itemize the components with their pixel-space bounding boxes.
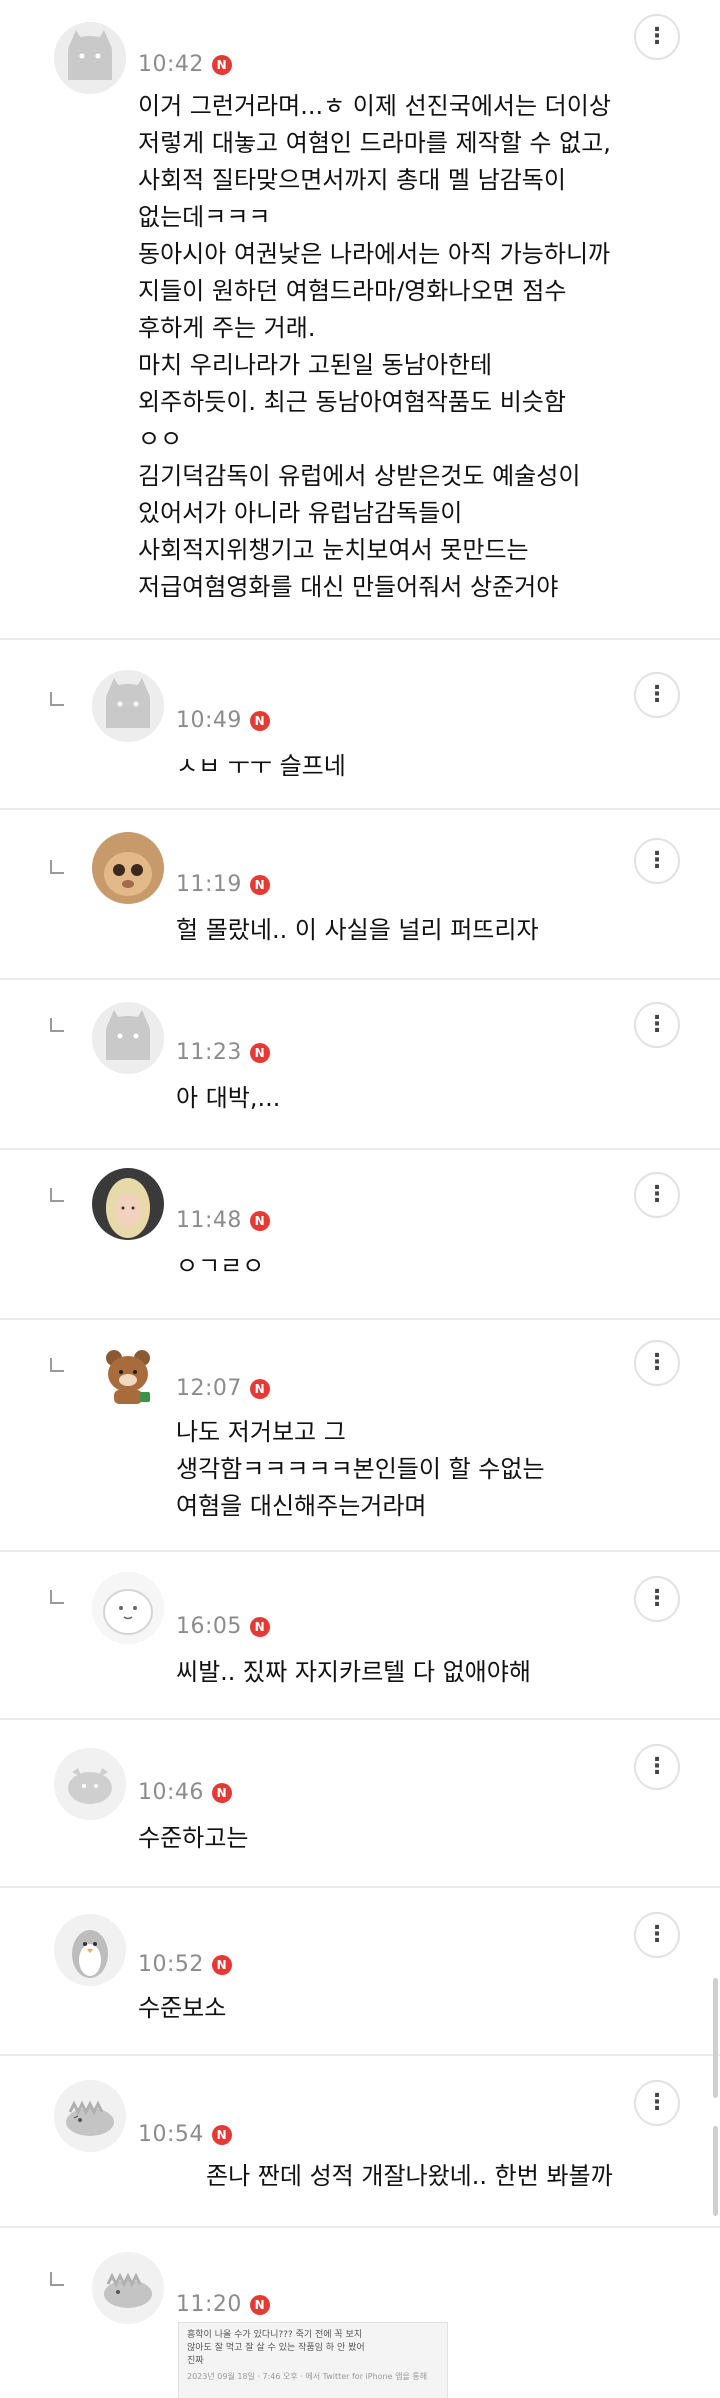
vertical-dots-icon: ⋮ [646,1182,668,1207]
cat-photo-avatar[interactable] [92,832,164,904]
new-badge-icon: N [249,2294,270,2315]
new-badge-icon: N [211,1782,232,1803]
timestamp-text: 11:23 [176,1040,242,1065]
more-options-button[interactable]: ⋮ [634,838,680,884]
comment-body: 존나 짠데 성적 개잘나왔네.. 한번 봐볼까 [206,2162,613,2190]
comment-timestamp: 10:52 N [138,1952,232,1977]
reply-item: 16:05 N ⋮ 씨발.. 짔짜 자지카르텔 다 없애야해 [0,1554,720,1720]
timestamp-text: 10:46 [138,1780,204,1805]
vertical-dots-icon: ⋮ [646,24,668,49]
comment-timestamp: 10:42 N [138,52,232,77]
timestamp-text: 11:20 [176,2292,242,2317]
cat-ghost-avatar[interactable] [92,670,164,742]
more-options-button[interactable]: ⋮ [634,1340,680,1386]
reply-arrow-icon [50,692,64,706]
cat-ghost-avatar[interactable] [54,22,126,94]
new-badge-icon: N [211,1954,232,1975]
comment-timestamp: 11:23 N [176,1040,270,1065]
reply-arrow-icon [50,1590,64,1604]
vertical-dots-icon: ⋮ [646,682,668,707]
reply-item: 11:48 N ⋮ ㅇㄱㄹㅇ [0,1152,720,1320]
new-badge-icon: N [249,1042,270,1063]
comment-body: 수준보소 [138,1994,227,2022]
comment-body: 이거 그런거라며...ㅎ 이제 선진국에서는 더이상 저렇게 대놓고 여혐인 드… [138,92,611,601]
comment-body: ㅇㄱㄹㅇ [176,1252,265,1280]
comment-timestamp: 10:46 N [138,1780,232,1805]
comment-item: 10:52 N ⋮ 수준보소 [0,1890,720,2056]
more-options-button[interactable]: ⋮ [634,672,680,718]
reply-arrow-icon [50,1018,64,1032]
timestamp-text: 11:19 [176,872,242,897]
new-badge-icon: N [249,874,270,895]
reply-arrow-icon [50,2272,64,2286]
reply-arrow-icon [50,860,64,874]
comment-thread: 10:42 N ⋮ 이거 그런거라며...ㅎ 이제 선진국에서는 더이상 저렇게… [0,0,720,2398]
comment-timestamp: 12:07 N [176,1376,270,1401]
scrollbar-thumb[interactable] [713,1978,718,2098]
penguin-avatar[interactable] [54,1914,126,1986]
timestamp-text: 11:48 [176,1208,242,1233]
scrollbar-thumb-secondary[interactable] [713,2126,718,2216]
more-options-button[interactable]: ⋮ [634,1576,680,1622]
fish-avatar[interactable] [54,1748,126,1820]
comment-timestamp: 16:05 N [176,1614,270,1639]
comment-timestamp: 11:48 N [176,1208,270,1233]
new-badge-icon: N [249,710,270,731]
blonde-person-avatar[interactable] [92,1168,164,1240]
more-options-button[interactable]: ⋮ [634,2080,680,2126]
dino-avatar[interactable] [54,2080,126,2152]
comment-timestamp: 10:54 N [138,2122,232,2147]
vertical-dots-icon: ⋮ [646,1586,668,1611]
comment-timestamp: 10:49 N [176,708,270,733]
comment-body: ㅅㅂ ㅜㅜ 슬프네 [176,752,346,780]
new-badge-icon: N [249,1210,270,1231]
reply-item: 10:49 N ⋮ ㅅㅂ ㅜㅜ 슬프네 [0,642,720,810]
vertical-dots-icon: ⋮ [646,848,668,873]
vertical-dots-icon: ⋮ [646,1012,668,1037]
timestamp-text: 16:05 [176,1614,242,1639]
comment-body: 헐 몰랐네.. 이 사실을 널리 퍼뜨리자 [176,916,539,944]
new-badge-icon: N [249,1616,270,1637]
cat-ghost-avatar[interactable] [92,1002,164,1074]
comment-timestamp: 11:20 N [176,2292,270,2317]
more-options-button[interactable]: ⋮ [634,1172,680,1218]
embed-footer: 2023년 09월 18일 · 7:46 오후 · 에서 Twitter for… [187,2372,428,2381]
comment-timestamp: 11:19 N [176,872,270,897]
comment-body: 아 대박,... [176,1084,281,1112]
new-badge-icon: N [211,54,232,75]
comment-body: 수준하고는 [138,1824,249,1852]
more-options-button[interactable]: ⋮ [634,1744,680,1790]
comment-body: 나도 저거보고 그 생각함ㅋㅋㅋㅋㅋ본인들이 할 수없는 여혐을 대신해주는거라… [176,1418,545,1520]
comment-item: 10:54 N ⋮ 존나 짠데 성적 개잘나왔네.. 한번 봐볼까 [0,2058,720,2228]
timestamp-text: 10:52 [138,1952,204,1977]
timestamp-text: 10:49 [176,708,242,733]
reply-item: 11:23 N ⋮ 아 대박,... [0,982,720,1150]
comment-body: 씨발.. 짔짜 자지카르텔 다 없애야해 [176,1658,531,1686]
embed-text: 흥학이 나올 수가 있다니??? 죽기 전에 꼭 보지 않아도 잘 먹고 잘 살… [187,2330,365,2366]
more-options-button[interactable]: ⋮ [634,14,680,60]
vertical-dots-icon: ⋮ [646,2090,668,2115]
timestamp-text: 10:42 [138,52,204,77]
blob-avatar[interactable] [92,1572,164,1644]
vertical-dots-icon: ⋮ [646,1922,668,1947]
more-options-button[interactable]: ⋮ [634,1912,680,1958]
reply-arrow-icon [50,1188,64,1202]
dino-avatar[interactable] [92,2252,164,2324]
vertical-dots-icon: ⋮ [646,1350,668,1375]
vertical-dots-icon: ⋮ [646,1754,668,1779]
reply-arrow-icon [50,1358,64,1372]
bear-avatar[interactable] [92,1338,164,1410]
new-badge-icon: N [211,2124,232,2145]
timestamp-text: 10:54 [138,2122,204,2147]
comment-item: 10:42 N ⋮ 이거 그런거라며...ㅎ 이제 선진국에서는 더이상 저렇게… [0,0,720,640]
timestamp-text: 12:07 [176,1376,242,1401]
reply-item: 12:07 N ⋮ 나도 저거보고 그 생각함ㅋㅋㅋㅋㅋ본인들이 할 수없는 여… [0,1322,720,1552]
embedded-screenshot[interactable]: 흥학이 나올 수가 있다니??? 죽기 전에 꼭 보지 않아도 잘 먹고 잘 살… [178,2322,448,2398]
new-badge-icon: N [249,1378,270,1399]
reply-item: 11:19 N ⋮ 헐 몰랐네.. 이 사실을 널리 퍼뜨리자 [0,812,720,980]
more-options-button[interactable]: ⋮ [634,1002,680,1048]
comment-item: 10:46 N ⋮ 수준하고는 [0,1722,720,1888]
